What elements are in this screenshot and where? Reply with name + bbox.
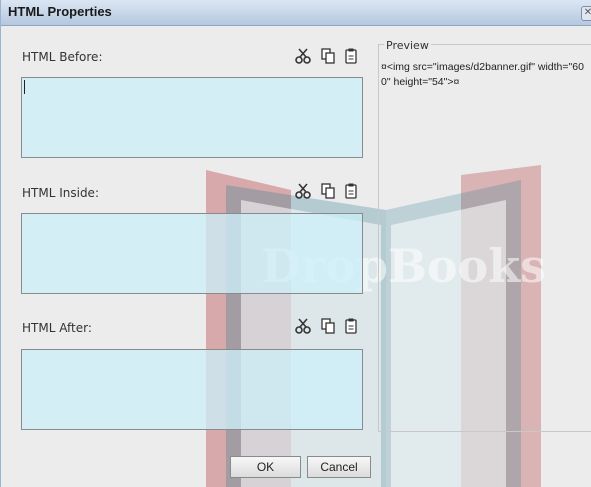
- html-before-label: HTML Before:: [22, 50, 103, 64]
- preview-legend: Preview: [384, 39, 431, 52]
- html-after-label: HTML After:: [22, 321, 92, 335]
- cut-icon[interactable]: [294, 182, 312, 200]
- title-bar[interactable]: HTML Properties ✕: [1, 0, 591, 26]
- html-inside-field[interactable]: [21, 213, 363, 294]
- paste-icon[interactable]: [342, 47, 360, 65]
- cut-icon[interactable]: [294, 47, 312, 65]
- copy-icon[interactable]: [319, 182, 337, 200]
- cut-icon[interactable]: [294, 317, 312, 335]
- html-after-field[interactable]: [21, 349, 363, 430]
- html-before-field[interactable]: [21, 77, 363, 158]
- preview-frame: [378, 44, 591, 432]
- html-before-toolbar: [294, 47, 364, 65]
- html-properties-dialog: DropBooks HTML Properties ✕ HTML Before:…: [0, 0, 591, 487]
- html-after-toolbar: [294, 317, 364, 335]
- dialog-title: HTML Properties: [8, 4, 112, 19]
- cancel-button[interactable]: Cancel: [307, 456, 371, 478]
- html-inside-toolbar: [294, 182, 364, 200]
- paste-icon[interactable]: [342, 182, 360, 200]
- ok-button[interactable]: OK: [230, 456, 301, 478]
- text-caret: [24, 80, 25, 94]
- copy-icon[interactable]: [319, 317, 337, 335]
- close-button[interactable]: ✕: [581, 6, 591, 21]
- copy-icon[interactable]: [319, 47, 337, 65]
- html-inside-label: HTML Inside:: [22, 186, 99, 200]
- paste-icon[interactable]: [342, 317, 360, 335]
- preview-code: ¤<img src="images/d2banner.gif" width="6…: [381, 61, 584, 88]
